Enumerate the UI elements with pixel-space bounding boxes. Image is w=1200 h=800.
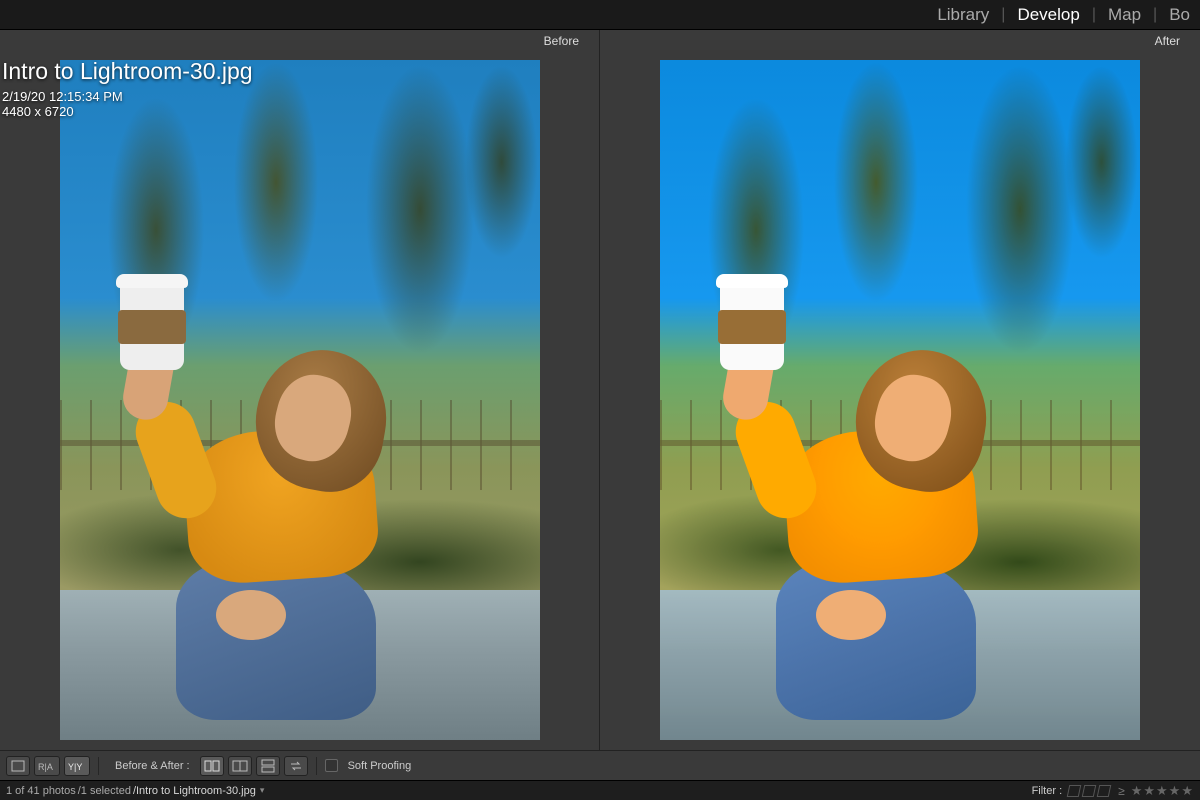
module-separator: | — [1084, 6, 1104, 24]
selected-count: /1 selected — [78, 785, 131, 797]
split-horizontal-icon — [261, 759, 275, 773]
status-bar: 1 of 41 photos /1 selected /Intro to Lig… — [0, 780, 1200, 800]
toolbar-separator — [316, 757, 317, 775]
photo-count: 1 of 41 photos — [6, 785, 76, 797]
loupe-icon — [11, 760, 25, 772]
toolbar-separator — [98, 757, 99, 775]
flag-filter[interactable] — [1068, 785, 1110, 797]
module-separator: | — [993, 6, 1013, 24]
develop-toolbar: R|A Y|Y Before & After : Soft Proofing — [0, 750, 1200, 780]
reference-icon: R|A — [38, 760, 56, 772]
after-label: After — [1135, 30, 1200, 54]
rating-operator[interactable]: ≥ — [1118, 784, 1125, 798]
before-after-icon: Y|Y — [68, 760, 86, 772]
ba-swap-button[interactable] — [284, 756, 308, 776]
reference-view-button[interactable]: R|A — [34, 756, 60, 776]
svg-text:R|A: R|A — [38, 762, 53, 772]
chevron-down-icon[interactable]: ▾ — [260, 785, 265, 796]
before-after-view-button[interactable]: Y|Y — [64, 756, 90, 776]
ba-layout-top-bottom-button[interactable] — [256, 756, 280, 776]
module-tab-map[interactable]: Map — [1104, 5, 1145, 25]
after-photo[interactable] — [660, 60, 1140, 740]
module-tab-develop[interactable]: Develop — [1013, 5, 1083, 25]
flag-unflagged-icon[interactable] — [1082, 785, 1097, 797]
loupe-view-button[interactable] — [6, 756, 30, 776]
compare-view: Before Intro to Lightroom-30.jpg 2/19/20… — [0, 30, 1200, 750]
swap-icon — [289, 760, 303, 772]
ba-layout-side-by-side-button[interactable] — [200, 756, 224, 776]
metadata-timestamp: 2/19/20 12:15:34 PM — [2, 89, 253, 104]
split-vertical-icon — [204, 760, 220, 772]
module-separator: | — [1145, 6, 1165, 24]
ba-layout-split-button[interactable] — [228, 756, 252, 776]
rating-filter-stars[interactable]: ★★★★★ — [1131, 783, 1194, 799]
metadata-filename: Intro to Lightroom-30.jpg — [2, 58, 253, 85]
before-after-label: Before & After : — [115, 760, 190, 772]
module-tab-library[interactable]: Library — [933, 5, 993, 25]
metadata-dimensions: 4480 x 6720 — [2, 104, 253, 119]
split-single-vertical-icon — [232, 760, 248, 772]
soft-proofing-checkbox[interactable] — [325, 759, 338, 772]
flag-picked-icon[interactable] — [1067, 785, 1082, 797]
module-picker: Library | Develop | Map | Bo — [0, 0, 1200, 30]
filter-label: Filter : — [1032, 785, 1063, 797]
after-pane[interactable]: After — [600, 30, 1200, 750]
before-pane[interactable]: Before Intro to Lightroom-30.jpg 2/19/20… — [0, 30, 600, 750]
flag-rejected-icon[interactable] — [1097, 785, 1112, 797]
breadcrumb-path[interactable]: /Intro to Lightroom-30.jpg — [133, 785, 256, 797]
before-label: Before — [524, 30, 599, 54]
photo-metadata-overlay: Intro to Lightroom-30.jpg 2/19/20 12:15:… — [2, 58, 253, 119]
soft-proofing-label: Soft Proofing — [348, 760, 412, 772]
module-tab-book[interactable]: Bo — [1165, 5, 1194, 25]
svg-text:Y|Y: Y|Y — [68, 762, 82, 772]
before-photo[interactable] — [60, 60, 540, 740]
